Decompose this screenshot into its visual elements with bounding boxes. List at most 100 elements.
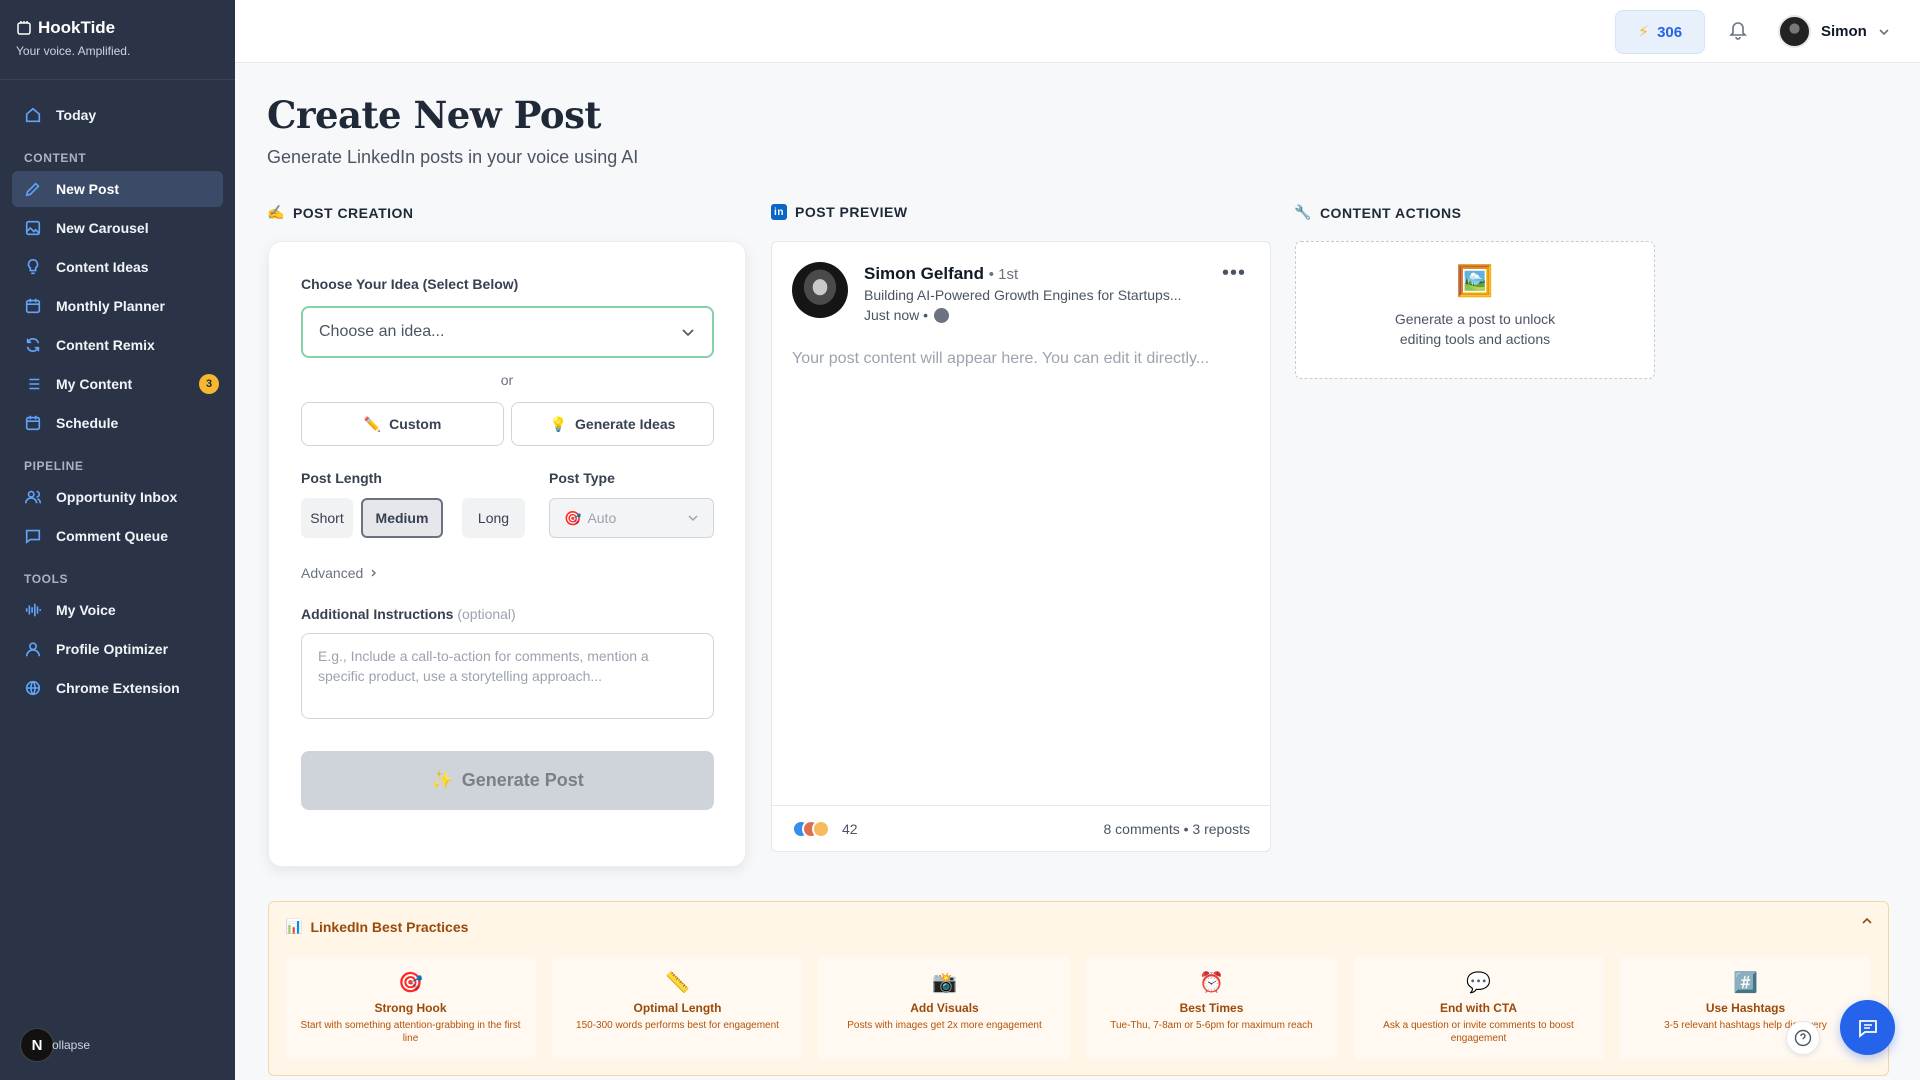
brand-tagline: Your voice. Amplified. <box>16 44 131 58</box>
post-creation-card: Choose Your Idea (Select Below) Choose a… <box>268 241 746 867</box>
custom-button[interactable]: ✏️ Custom <box>301 402 504 446</box>
tip-use-hashtags: #️⃣ Use Hashtags 3-5 relevant hashtags h… <box>1620 956 1871 1060</box>
preview-author: Simon Gelfand • 1st <box>864 264 1018 284</box>
help-button[interactable] <box>1786 1021 1820 1055</box>
chevron-right-icon <box>371 569 377 577</box>
camera-icon: 📸 <box>932 972 957 994</box>
pencil-icon: ✏️ <box>363 415 382 432</box>
instructions-label-text: Additional Instructions <box>301 606 454 622</box>
sidebar-item-label: Today <box>56 107 97 123</box>
brand-logo[interactable]: HookTide <box>16 18 219 38</box>
bell-icon[interactable] <box>1727 18 1749 40</box>
advanced-label: Advanced <box>301 565 364 581</box>
framed-picture-icon: 🖼️ <box>1456 265 1494 298</box>
sidebar-item-my-voice[interactable]: My Voice <box>12 592 223 628</box>
post-engagement-bar: 42 8 comments • 3 reposts <box>772 805 1270 851</box>
sidebar-item-monthly-planner[interactable]: Monthly Planner <box>12 288 223 324</box>
sidebar-item-label: My Content <box>56 376 133 392</box>
button-label: Custom <box>389 416 442 432</box>
tip-description: 3-5 relevant hashtags help discovery <box>1664 1020 1827 1031</box>
button-label: Generate Post <box>461 770 584 790</box>
post-preview-card: Simon Gelfand • 1st Building AI-Powered … <box>771 241 1271 852</box>
advanced-toggle[interactable]: Advanced <box>301 565 379 581</box>
sidebar-item-today[interactable]: Today <box>12 97 223 133</box>
hint-line: editing tools and actions <box>1399 331 1551 347</box>
post-time: Just now • <box>864 307 950 323</box>
user-menu[interactable]: Simon <box>1778 15 1891 48</box>
content-actions-card: 🖼️ Generate a post to unlock editing too… <box>1295 241 1655 379</box>
tip-description: 150-300 words performs best for engageme… <box>576 1020 779 1031</box>
sidebar-item-new-carousel[interactable]: New Carousel <box>12 210 223 246</box>
waveform-icon <box>24 601 42 619</box>
sidebar-item-label: New Post <box>56 181 120 197</box>
post-type-select[interactable]: 🎯 Auto <box>549 498 714 538</box>
sidebar-item-content-ideas[interactable]: Content Ideas <box>12 249 223 285</box>
reactions: 42 <box>792 819 858 838</box>
idea-select[interactable]: Choose an idea... <box>301 306 714 358</box>
section-title: CONTENT ACTIONS <box>1319 204 1462 221</box>
generate-post-button[interactable]: ✨ Generate Post <box>301 751 714 810</box>
user-name: Simon <box>1821 23 1867 40</box>
globe-icon <box>934 307 950 323</box>
section-title: POST PREVIEW <box>795 204 908 220</box>
instructions-textarea[interactable]: E.g., Include a call-to-action for comme… <box>301 633 714 719</box>
linkedin-icon: in <box>771 204 787 220</box>
avatar <box>792 262 848 318</box>
tip-add-visuals: 📸 Add Visuals Posts with images get 2x m… <box>819 956 1070 1060</box>
chevron-up-icon[interactable] <box>1860 914 1874 933</box>
tip-description: Start with something attention-grabbing … <box>300 1020 521 1044</box>
wrench-icon: 🔧 <box>1294 204 1312 220</box>
lightning-icon: ⚡ <box>1637 24 1650 41</box>
sidebar-item-profile-optimizer[interactable]: Profile Optimizer <box>12 631 223 667</box>
length-short-button[interactable]: Short <box>301 498 353 538</box>
calendar-icon <box>24 297 42 315</box>
floating-avatar[interactable]: N <box>20 1028 54 1062</box>
brand: HookTide Your voice. Amplified. <box>0 0 235 80</box>
ruler-icon: 📏 <box>665 972 690 994</box>
tips-list: 🎯 Strong Hook Start with something atten… <box>285 956 1871 1060</box>
post-content-editor[interactable]: Your post content will appear here. You … <box>792 350 1209 368</box>
sidebar-collapse[interactable]: N ollapse <box>20 1028 90 1062</box>
writing-hand-icon: ✍️ <box>267 204 285 220</box>
author-headline: Building AI-Powered Growth Engines for S… <box>864 287 1182 303</box>
sidebar: HookTide Your voice. Amplified. Today CO… <box>0 0 235 1080</box>
tip-strong-hook: 🎯 Strong Hook Start with something atten… <box>285 956 536 1060</box>
section-header-content-actions: 🔧 CONTENT ACTIONS <box>1294 204 1461 221</box>
length-medium-button[interactable]: Medium <box>361 498 443 538</box>
author-name: Simon Gelfand <box>864 264 984 283</box>
sidebar-item-comment-queue[interactable]: Comment Queue <box>12 518 223 554</box>
hashtag-icon: #️⃣ <box>1733 972 1758 994</box>
sidebar-item-schedule[interactable]: Schedule <box>12 405 223 441</box>
lightbulb-icon: 💡 <box>549 415 568 432</box>
pencil-icon <box>24 180 42 198</box>
target-icon: 🎯 <box>564 509 582 526</box>
my-content-count-badge: 3 <box>199 374 219 394</box>
chat-button[interactable] <box>1840 1000 1895 1055</box>
sidebar-item-label: Monthly Planner <box>56 298 165 314</box>
tip-title: Optimal Length <box>633 1001 722 1015</box>
sidebar-item-new-post[interactable]: New Post <box>12 171 223 207</box>
sidebar-item-my-content[interactable]: My Content 3 <box>12 366 223 402</box>
or-divider: or <box>500 372 514 388</box>
tip-title: Strong Hook <box>374 1001 447 1015</box>
message-icon <box>24 527 42 545</box>
tip-title: Add Visuals <box>910 1001 979 1015</box>
sidebar-item-opportunity-inbox[interactable]: Opportunity Inbox <box>12 479 223 515</box>
tip-end-with-cta: 💬 End with CTA Ask a question or invite … <box>1353 956 1604 1060</box>
length-long-button[interactable]: Long <box>462 498 525 538</box>
section-header-post-preview: in POST PREVIEW <box>771 204 908 220</box>
speech-bubble-icon: 💬 <box>1466 972 1491 994</box>
tip-description: Ask a question or invite comments to boo… <box>1383 1020 1574 1044</box>
sidebar-item-content-remix[interactable]: Content Remix <box>12 327 223 363</box>
best-practices-header[interactable]: 📊 LinkedIn Best Practices <box>285 918 468 935</box>
generate-ideas-button[interactable]: 💡 Generate Ideas <box>511 402 714 446</box>
sidebar-item-label: Content Ideas <box>56 259 149 275</box>
credits-button[interactable]: ⚡ 306 <box>1615 10 1705 54</box>
section-header-post-creation: ✍️ POST CREATION <box>267 204 414 221</box>
target-icon: 🎯 <box>398 972 423 994</box>
best-practices-title: LinkedIn Best Practices <box>310 918 469 935</box>
collapse-label: ollapse <box>52 1038 91 1052</box>
sidebar-item-label: Chrome Extension <box>56 680 180 696</box>
more-options-icon[interactable]: ••• <box>1222 262 1246 285</box>
sidebar-item-chrome-extension[interactable]: Chrome Extension <box>12 670 223 706</box>
